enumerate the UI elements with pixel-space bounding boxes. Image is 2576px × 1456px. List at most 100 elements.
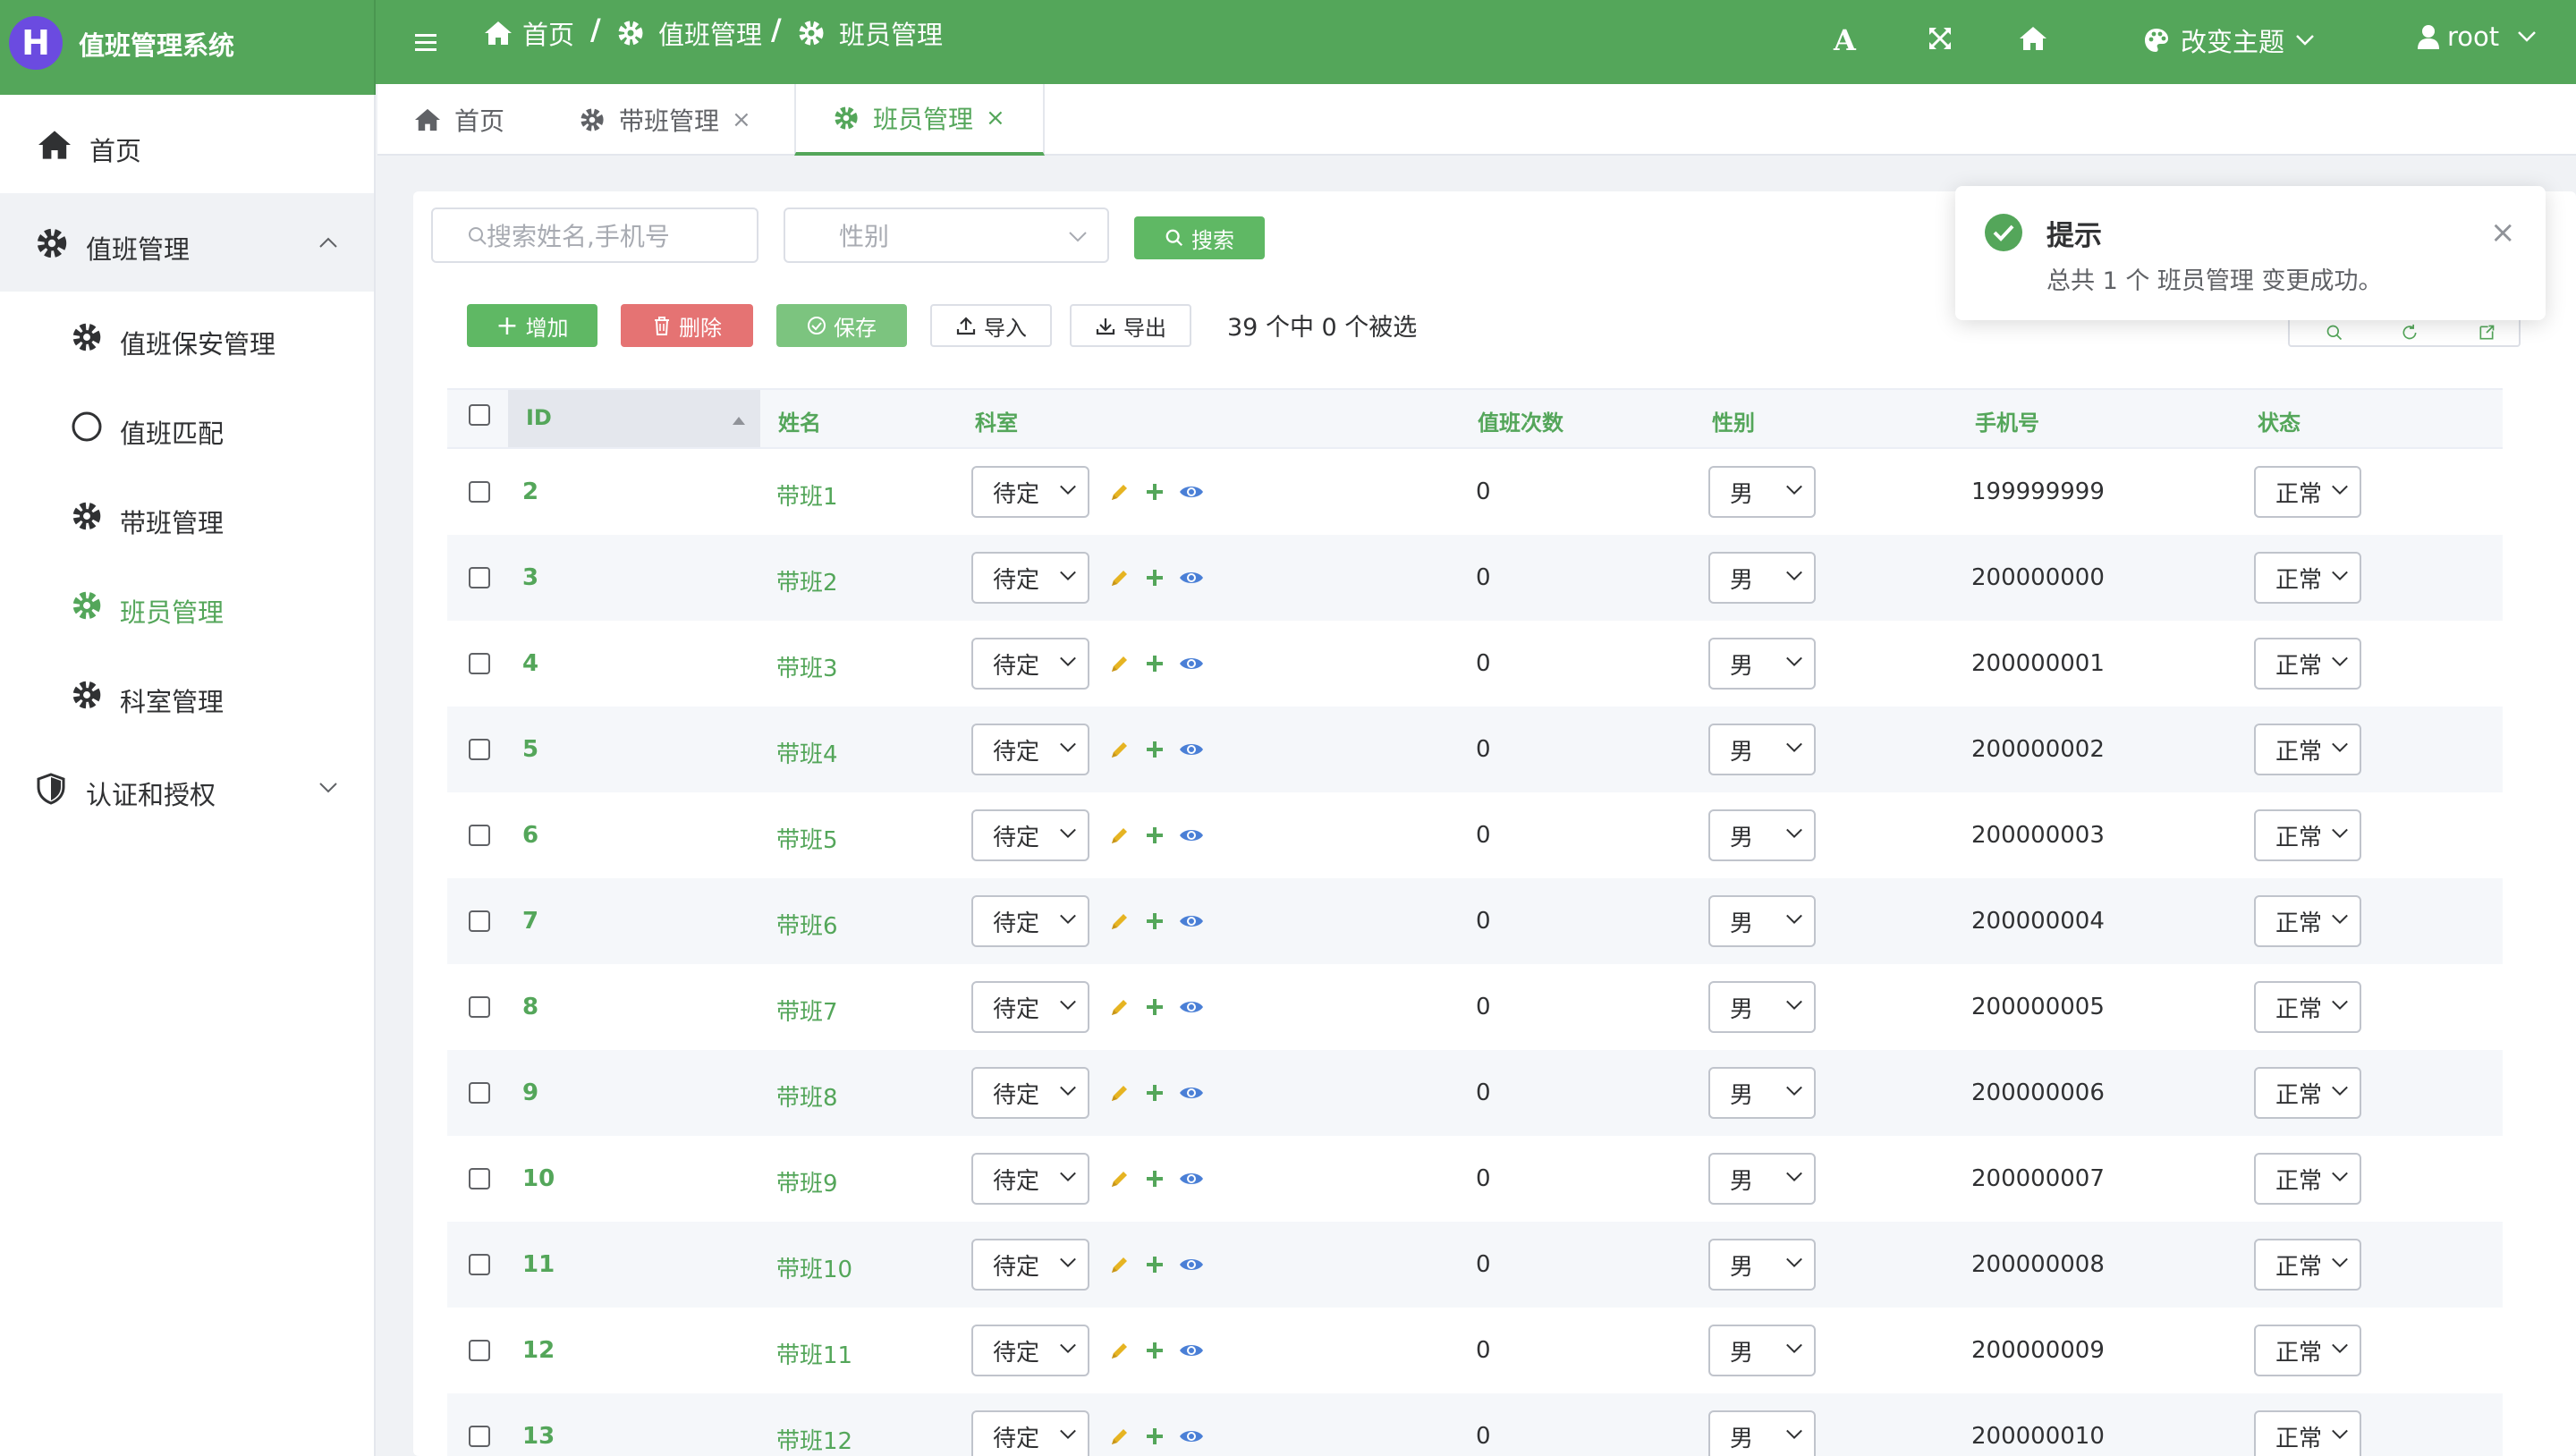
theme-switcher[interactable]: 改变主题 xyxy=(2143,21,2315,59)
add-plus-icon[interactable] xyxy=(1145,654,1165,673)
cell-name[interactable]: 带班11 xyxy=(776,1337,852,1370)
gender-select[interactable]: 男 xyxy=(1708,638,1816,690)
row-checkbox[interactable] xyxy=(469,1340,490,1361)
status-select[interactable]: 正常 xyxy=(2254,1410,2361,1456)
row-checkbox[interactable] xyxy=(469,739,490,760)
view-eye-icon[interactable] xyxy=(1179,484,1204,500)
status-select[interactable]: 正常 xyxy=(2254,1325,2361,1376)
status-select[interactable]: 正常 xyxy=(2254,724,2361,775)
status-select[interactable]: 正常 xyxy=(2254,1067,2361,1119)
import-button[interactable]: 导入 xyxy=(930,304,1052,347)
gender-select[interactable]: 男 xyxy=(1708,552,1816,604)
select-all-checkbox[interactable] xyxy=(469,404,490,426)
cell-name[interactable]: 带班9 xyxy=(776,1165,838,1198)
close-icon[interactable]: × xyxy=(732,106,751,133)
fullscreen-icon[interactable] xyxy=(1927,25,1953,52)
gender-select[interactable]: 男 xyxy=(1708,1239,1816,1291)
gender-select[interactable]: 男 xyxy=(1708,1067,1816,1119)
status-select[interactable]: 正常 xyxy=(2254,466,2361,518)
add-plus-icon[interactable] xyxy=(1145,1255,1165,1274)
edit-pencil-icon[interactable] xyxy=(1109,1082,1131,1104)
view-eye-icon[interactable] xyxy=(1179,741,1204,758)
view-eye-icon[interactable] xyxy=(1179,1257,1204,1273)
sidebar-item-home[interactable]: 首页 xyxy=(0,95,374,193)
view-eye-icon[interactable] xyxy=(1179,1085,1204,1101)
sidebar-item-match[interactable]: 值班匹配 xyxy=(0,381,374,470)
view-eye-icon[interactable] xyxy=(1179,570,1204,586)
sidebar-item-leader[interactable]: 带班管理 xyxy=(0,470,374,560)
tab-home[interactable]: 首页 xyxy=(413,84,504,156)
logo-area[interactable]: H 值班管理系统 xyxy=(0,0,376,95)
edit-pencil-icon[interactable] xyxy=(1109,910,1131,932)
cell-id[interactable]: 6 xyxy=(522,822,538,849)
add-plus-icon[interactable] xyxy=(1145,911,1165,931)
status-select[interactable]: 正常 xyxy=(2254,1153,2361,1205)
menu-toggle-icon[interactable] xyxy=(413,29,442,55)
sidebar-group-auth[interactable]: 认证和授权 xyxy=(0,739,374,837)
save-button[interactable]: 保存 xyxy=(776,304,907,347)
add-plus-icon[interactable] xyxy=(1145,568,1165,588)
view-eye-icon[interactable] xyxy=(1179,1342,1204,1359)
cell-name[interactable]: 带班1 xyxy=(776,478,838,512)
row-checkbox[interactable] xyxy=(469,1168,490,1189)
row-checkbox[interactable] xyxy=(469,481,490,503)
row-checkbox[interactable] xyxy=(469,996,490,1018)
row-checkbox[interactable] xyxy=(469,1082,490,1104)
dept-select[interactable]: 待定 xyxy=(971,1410,1089,1456)
tab-leader[interactable]: 带班管理 × xyxy=(580,84,751,156)
cell-id[interactable]: 10 xyxy=(522,1165,555,1192)
sidebar-group-duty[interactable]: 值班管理 xyxy=(0,193,374,292)
add-plus-icon[interactable] xyxy=(1145,740,1165,759)
status-select[interactable]: 正常 xyxy=(2254,981,2361,1033)
add-plus-icon[interactable] xyxy=(1145,1341,1165,1360)
search-input[interactable]: 搜索姓名,手机号 xyxy=(431,207,758,263)
search-button[interactable]: 搜索 xyxy=(1134,216,1265,259)
dept-select[interactable]: 待定 xyxy=(971,1325,1089,1376)
cell-id[interactable]: 7 xyxy=(522,908,538,935)
add-plus-icon[interactable] xyxy=(1145,1083,1165,1103)
add-plus-icon[interactable] xyxy=(1145,1169,1165,1189)
home-shortcut-icon[interactable] xyxy=(2018,25,2048,52)
delete-button[interactable]: 删除 xyxy=(621,304,753,347)
add-plus-icon[interactable] xyxy=(1145,825,1165,845)
row-checkbox[interactable] xyxy=(469,910,490,932)
gender-select[interactable]: 男 xyxy=(1708,724,1816,775)
edit-pencil-icon[interactable] xyxy=(1109,653,1131,674)
sidebar-item-dept[interactable]: 科室管理 xyxy=(0,649,374,739)
gender-select[interactable]: 男 xyxy=(1708,1325,1816,1376)
row-checkbox[interactable] xyxy=(469,567,490,588)
edit-pencil-icon[interactable] xyxy=(1109,1254,1131,1275)
edit-pencil-icon[interactable] xyxy=(1109,481,1131,503)
dept-select[interactable]: 待定 xyxy=(971,466,1089,518)
cell-name[interactable]: 带班10 xyxy=(776,1251,852,1284)
cell-name[interactable]: 带班2 xyxy=(776,564,838,597)
breadcrumb-home[interactable]: 首页 xyxy=(483,14,574,52)
dept-select[interactable]: 待定 xyxy=(971,1067,1089,1119)
gender-select[interactable]: 男 xyxy=(1708,1410,1816,1456)
cell-id[interactable]: 12 xyxy=(522,1337,555,1364)
cell-name[interactable]: 带班5 xyxy=(776,822,838,855)
row-checkbox[interactable] xyxy=(469,1426,490,1447)
cell-id[interactable]: 11 xyxy=(522,1251,555,1278)
view-eye-icon[interactable] xyxy=(1179,999,1204,1015)
gender-filter-select[interactable]: 性别 xyxy=(784,207,1109,263)
gender-select[interactable]: 男 xyxy=(1708,1153,1816,1205)
gender-select[interactable]: 男 xyxy=(1708,466,1816,518)
cell-name[interactable]: 带班12 xyxy=(776,1423,852,1456)
cell-id[interactable]: 8 xyxy=(522,994,538,1020)
cell-id[interactable]: 5 xyxy=(522,736,538,763)
refresh-icon[interactable] xyxy=(2401,324,2419,342)
view-eye-icon[interactable] xyxy=(1179,1428,1204,1444)
edit-pencil-icon[interactable] xyxy=(1109,825,1131,846)
edit-pencil-icon[interactable] xyxy=(1109,567,1131,588)
add-plus-icon[interactable] xyxy=(1145,1426,1165,1446)
cell-name[interactable]: 带班8 xyxy=(776,1079,838,1113)
user-menu[interactable]: root xyxy=(2417,21,2537,52)
edit-pencil-icon[interactable] xyxy=(1109,739,1131,760)
sidebar-item-security[interactable]: 值班保安管理 xyxy=(0,292,374,381)
status-select[interactable]: 正常 xyxy=(2254,895,2361,947)
dept-select[interactable]: 待定 xyxy=(971,724,1089,775)
gender-select[interactable]: 男 xyxy=(1708,981,1816,1033)
dept-select[interactable]: 待定 xyxy=(971,638,1089,690)
add-plus-icon[interactable] xyxy=(1145,482,1165,502)
